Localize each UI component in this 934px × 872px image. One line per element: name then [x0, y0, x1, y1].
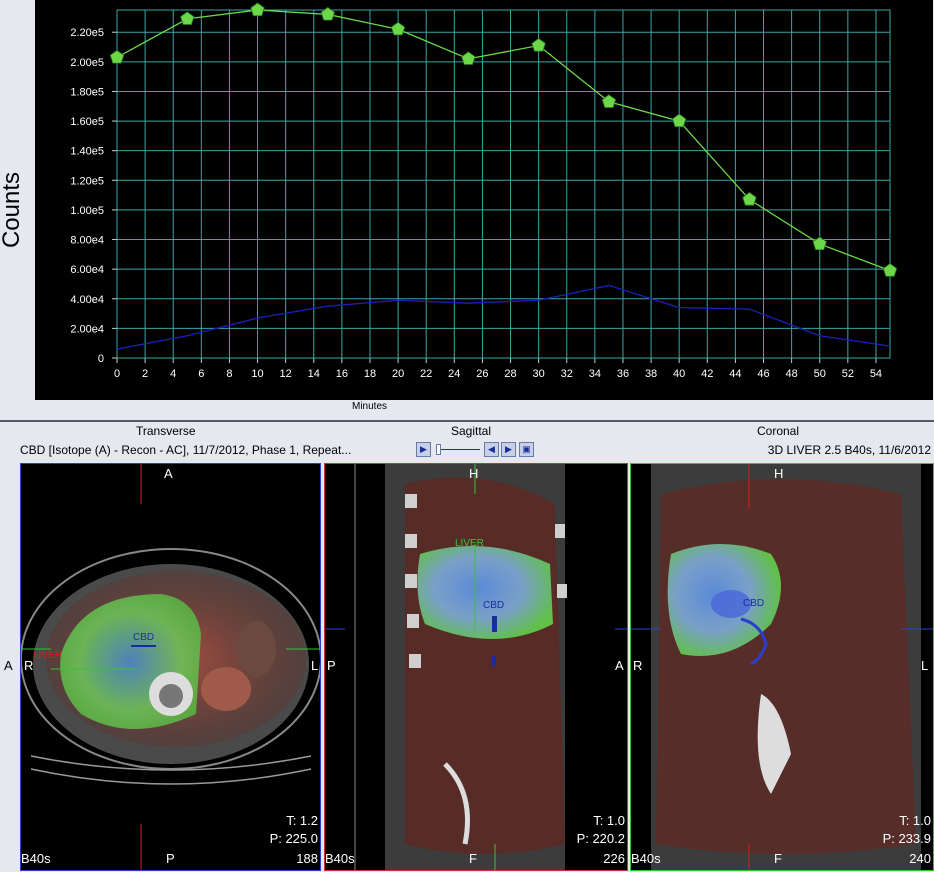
orientation-left: R [633, 658, 643, 673]
kernel-label: B40s [21, 851, 51, 866]
y-tick-label: 2.00e4 [70, 323, 104, 335]
y-tick-label: 2.20e5 [70, 27, 104, 39]
y-tick-label: 6.00e4 [70, 264, 104, 276]
transverse-outer-label: A [4, 658, 13, 673]
x-tick-label: 26 [476, 368, 488, 380]
x-tick-label: 22 [420, 368, 432, 380]
x-tick-label: 24 [448, 368, 460, 380]
orientation-top: H [774, 466, 784, 481]
x-tick-label: 2 [142, 368, 148, 380]
x-tick-label: 6 [198, 368, 204, 380]
x-tick-label: 8 [226, 368, 232, 380]
y-tick-label: 1.20e5 [70, 175, 104, 187]
x-tick-label: 38 [645, 368, 657, 380]
orientation-top: A [164, 466, 173, 481]
series-info: CBD [Isotope (A) - Recon - AC], 11/7/201… [20, 443, 352, 457]
frame-slider-track[interactable] [440, 449, 480, 450]
x-tick-label: 14 [308, 368, 320, 380]
y-tick-label: 0 [98, 353, 104, 365]
frame-slider-thumb[interactable] [436, 444, 441, 455]
orientation-right: A [615, 658, 624, 673]
x-tick-label: 30 [533, 368, 545, 380]
coronal-title: Coronal [757, 424, 800, 438]
y-tick-label: 8.00e4 [70, 235, 104, 247]
kernel-label: B40s [325, 851, 355, 866]
sagittal-image: LIVER CBD [325, 464, 627, 870]
slice-readout: 188 [296, 851, 318, 866]
x-tick-label: 50 [814, 368, 826, 380]
series-1-point [250, 2, 265, 17]
sagittal-roi-liver: LIVER [455, 538, 484, 549]
coronal-image: CBD [631, 464, 933, 870]
x-tick-label: 16 [336, 368, 348, 380]
y-tick-label: 1.80e5 [70, 86, 104, 98]
thickness-readout: T: 1.0 [593, 813, 625, 828]
sagittal-title: Sagittal [451, 424, 492, 438]
position-readout: P: 225.0 [269, 831, 318, 846]
play-button[interactable]: ▶ [416, 442, 431, 457]
x-tick-label: 42 [701, 368, 713, 380]
orientation-right: L [311, 658, 319, 673]
thickness-readout: T: 1.2 [286, 813, 318, 828]
x-tick-label: 36 [617, 368, 629, 380]
x-tick-label: 34 [589, 368, 601, 380]
x-tick-label: 40 [673, 368, 685, 380]
x-tick-label: 52 [842, 368, 854, 380]
slice-readout: 240 [909, 851, 931, 866]
y-tick-label: 1.40e5 [70, 146, 104, 158]
x-tick-label: 18 [364, 368, 376, 380]
x-tick-label: 32 [561, 368, 573, 380]
sagittal-viewport[interactable]: LIVER CBD H F P A T: 1.0 P: 220.2 226 B4… [324, 463, 628, 871]
x-tick-label: 46 [757, 368, 769, 380]
position-readout: P: 220.2 [576, 831, 625, 846]
time-activity-chart: 0 2 4 6 8 10 12 14 16 18 20 22 24 26 28 30 32 34 36 38 40 42 4… [0, 0, 934, 420]
x-tick-label: 0 [114, 368, 120, 380]
splitter[interactable] [0, 420, 934, 422]
orientation-top: H [469, 466, 479, 481]
position-readout: P: 233.9 [882, 831, 931, 846]
orientation-bottom: P [166, 851, 175, 866]
recon-info: 3D LIVER 2.5 B40s, 11/6/2012 [767, 443, 931, 457]
orientation-right: L [921, 658, 929, 673]
transverse-image: CBD LIVER [21, 464, 320, 870]
coronal-viewport[interactable]: CBD H F R L T: 1.0 P: 233.9 240 B40s [630, 463, 934, 871]
orientation-bottom: F [469, 851, 477, 866]
x-tick-label: 44 [729, 368, 741, 380]
x-tick-label: 54 [870, 368, 882, 380]
x-tick-label: 28 [504, 368, 516, 380]
x-tick-label: 20 [392, 368, 404, 380]
transverse-viewport[interactable]: CBD LIVER A P R L T: 1.2 P: 225.0 188 B4… [20, 463, 321, 871]
orientation-left: R [24, 658, 34, 673]
last-frame-icon[interactable]: ▶ [501, 442, 516, 457]
x-tick-label: 48 [785, 368, 797, 380]
sagittal-roi-cbd: CBD [483, 600, 504, 611]
chart-svg: 0 2 4 6 8 10 12 14 16 18 20 22 24 26 28 30 32 34 36 38 40 42 4… [70, 2, 898, 380]
x-axis-label: Minutes [352, 401, 388, 412]
series-1-point [320, 6, 335, 21]
coronal-roi-cbd: CBD [743, 598, 764, 609]
y-tick-label: 2.00e5 [70, 57, 104, 69]
kernel-label: B40s [631, 851, 661, 866]
x-tick-label: 12 [280, 368, 292, 380]
transverse-roi-cbd: CBD [133, 632, 154, 643]
slice-readout: 226 [603, 851, 625, 866]
transverse-roi-liver: LIVER [33, 650, 62, 661]
x-tick-label: 10 [251, 368, 263, 380]
orientation-left: P [327, 658, 336, 673]
lock-icon[interactable]: ▣ [519, 442, 534, 457]
chart-frame: 0 2 4 6 8 10 12 14 16 18 20 22 24 26 28 30 32 34 36 38 40 42 4… [35, 0, 933, 400]
y-tick-label: 4.00e4 [70, 294, 104, 306]
y-tick-label: 1.60e5 [70, 116, 104, 128]
orientation-bottom: F [774, 851, 782, 866]
transverse-title: Transverse [136, 424, 196, 438]
y-axis-label: Counts [0, 171, 25, 249]
x-tick-label: 4 [170, 368, 176, 380]
thickness-readout: T: 1.0 [899, 813, 931, 828]
first-frame-icon[interactable]: ◀ [484, 442, 499, 457]
y-tick-label: 1.00e5 [70, 205, 104, 217]
